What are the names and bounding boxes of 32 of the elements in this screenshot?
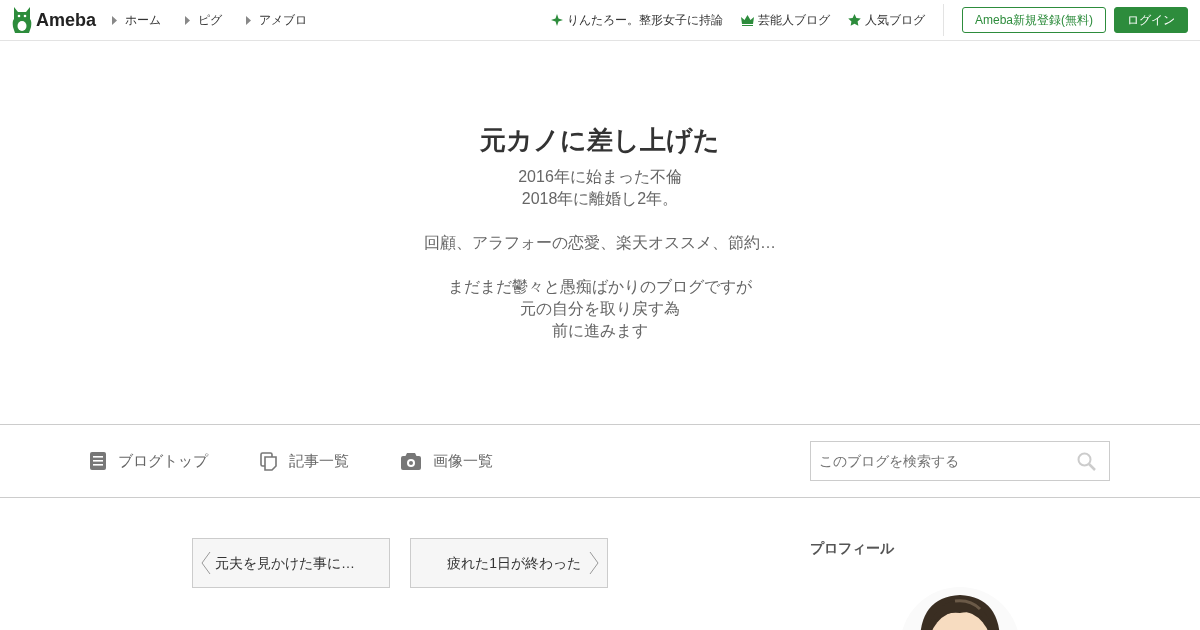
- camera-icon: [401, 452, 421, 470]
- next-entry-button[interactable]: 疲れた1日が終わった: [410, 538, 608, 588]
- blog-description: 回顧、アラフォーの恋愛、楽天オススメ、節約…: [423, 233, 777, 253]
- triangle-icon: [246, 15, 252, 25]
- search-field[interactable]: このブログを検索する: [810, 441, 1110, 481]
- triangle-icon: [185, 15, 191, 25]
- sparkle-icon: [551, 14, 563, 26]
- copy-icon: [260, 451, 277, 471]
- star-icon: [848, 14, 861, 26]
- document-icon: [90, 452, 106, 470]
- blog-nav-link[interactable]: 記事一覧: [289, 449, 349, 473]
- search-icon[interactable]: [1077, 452, 1096, 471]
- blog-description: まだまだ鬱々と愚痴ばかりのブログですが 元の自分を取り戻す為 前に進みます: [447, 277, 753, 341]
- triangle-icon: [112, 15, 118, 25]
- header-link[interactable]: 芸能人ブログ: [758, 11, 830, 29]
- breadcrumb-link[interactable]: アメブロ: [259, 11, 308, 29]
- previous-entry-button[interactable]: 元夫を見かけた事に…: [192, 538, 390, 588]
- header-link[interactable]: 人気ブログ: [865, 11, 925, 29]
- blog-nav-link[interactable]: ブログトップ: [118, 449, 208, 473]
- blog-description: 2016年に始まった不倫 2018年に離婚し2年。: [517, 167, 683, 209]
- register-button[interactable]: Ameba新規登録(無料): [962, 7, 1106, 33]
- login-button[interactable]: ログイン: [1114, 7, 1188, 33]
- crown-icon: [741, 14, 754, 26]
- chevron-left-icon: [201, 552, 211, 574]
- breadcrumb-link[interactable]: ホーム: [125, 11, 162, 29]
- blog-title: 元カノに差し上げた: [479, 124, 721, 157]
- ameba-logo[interactable]: Ameba: [12, 6, 97, 34]
- chevron-right-icon: [589, 552, 599, 574]
- sidebar-heading: プロフィール: [810, 539, 895, 558]
- blog-nav-link[interactable]: 画像一覧: [433, 449, 493, 473]
- breadcrumb-link[interactable]: ピグ: [198, 11, 223, 29]
- header-link[interactable]: りんたろー。整形女子に持論: [567, 11, 723, 29]
